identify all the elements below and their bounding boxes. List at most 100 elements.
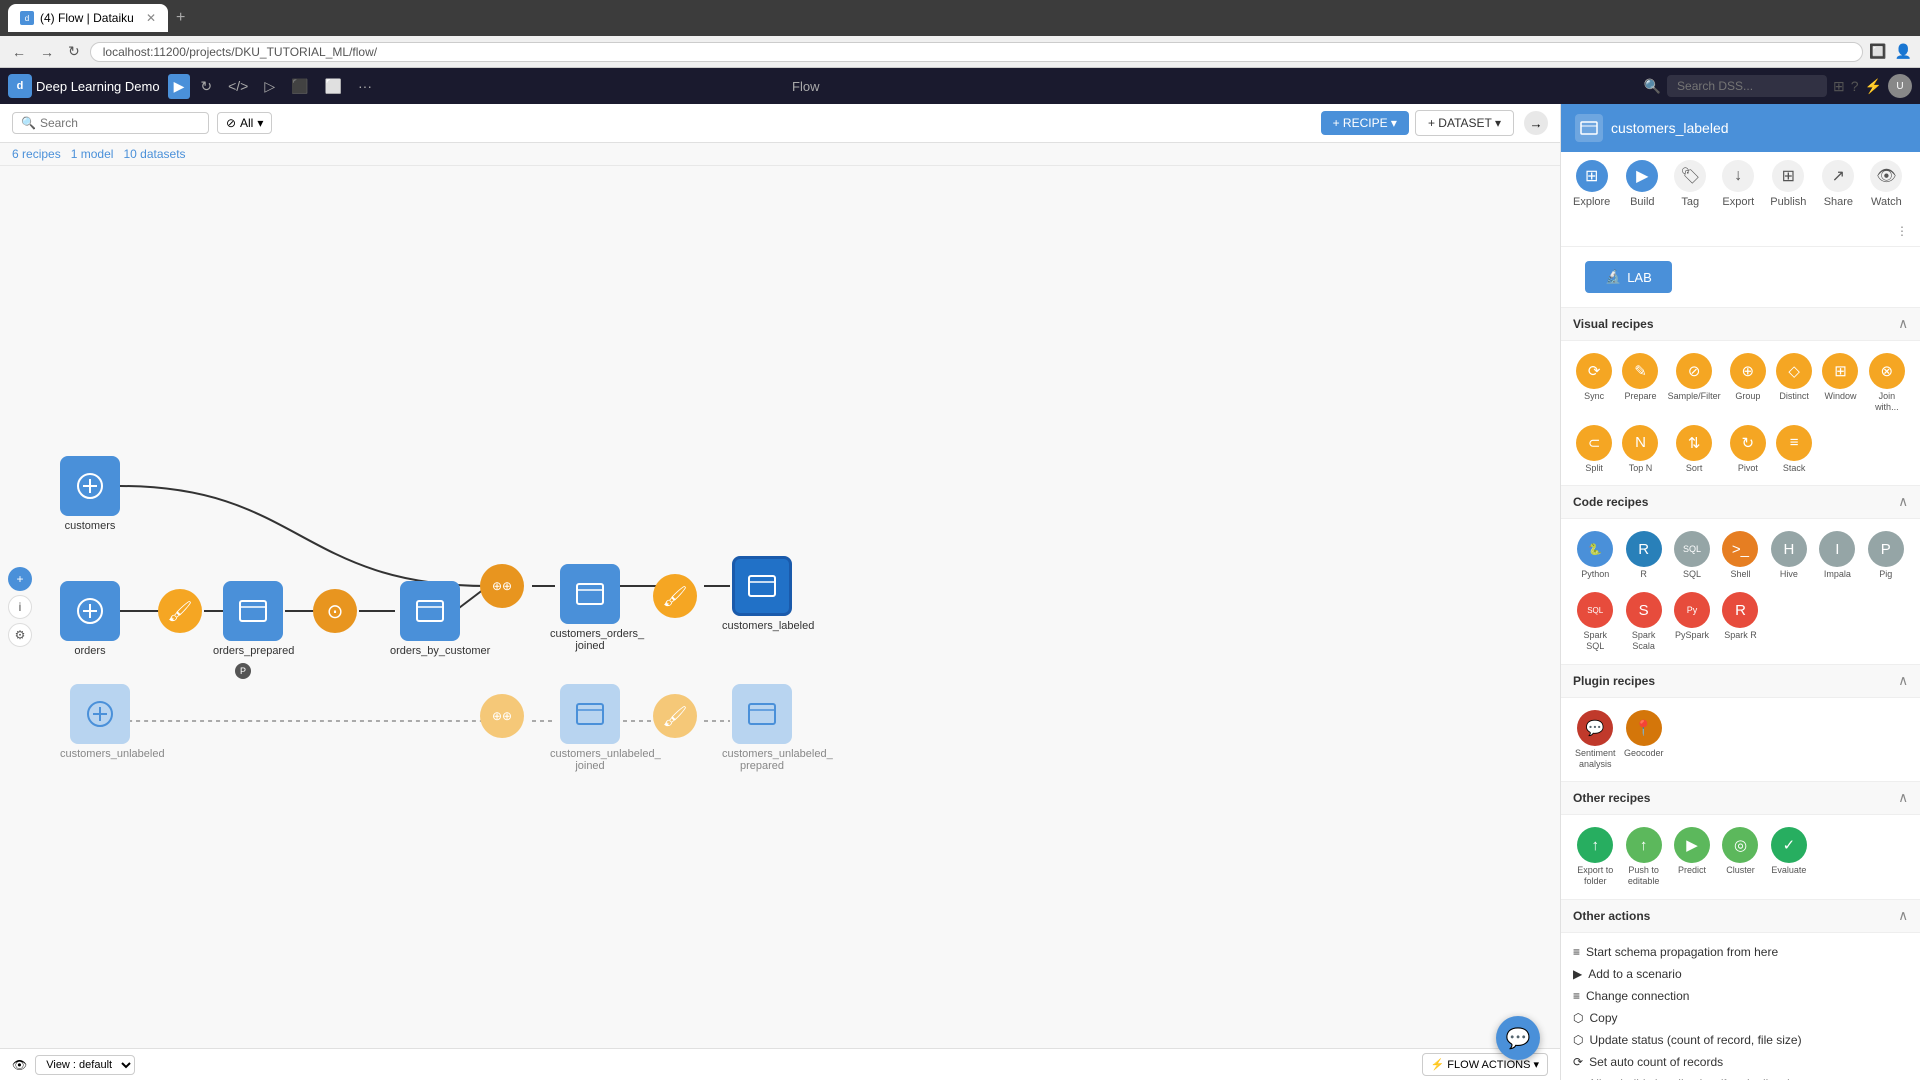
action-copy[interactable]: ⬡ Copy — [1573, 1007, 1908, 1029]
recipe-pyspark[interactable]: Py PySpark — [1670, 588, 1714, 656]
new-tab-button[interactable]: + — [176, 9, 185, 27]
profile-icon[interactable]: 👤 — [1895, 43, 1912, 60]
other-actions-collapse-button[interactable]: ∧ — [1898, 908, 1908, 924]
recipe-export-folder[interactable]: ↑ Export to folder — [1573, 823, 1617, 891]
recipe-sql[interactable]: SQL SQL — [1670, 527, 1714, 584]
add-recipe-button[interactable]: + RECIPE ▾ — [1321, 111, 1409, 135]
reload-button[interactable]: ↻ — [64, 41, 84, 62]
browser-tab[interactable]: d (4) Flow | Dataiku ✕ — [8, 4, 168, 32]
watch-action[interactable]: 👁 Watch — [1870, 160, 1902, 208]
recipe-predict[interactable]: ▶ Predict — [1670, 823, 1714, 891]
notification-icon[interactable]: ⚡ — [1865, 78, 1882, 95]
tab-close-button[interactable]: ✕ — [146, 11, 156, 25]
flow-canvas[interactable]: + i ⚙ — [0, 166, 1560, 1048]
recipe-distinct[interactable]: ◇ Distinct — [1773, 349, 1815, 417]
recipe-pivot[interactable]: ↻ Pivot — [1727, 421, 1769, 478]
recipe-spark-sql[interactable]: SQL Spark SQL — [1573, 588, 1617, 656]
header-refresh-button[interactable]: ↻ — [194, 74, 218, 99]
action-add-scenario[interactable]: ▶ Add to a scenario — [1573, 963, 1908, 985]
header-grid-button[interactable]: ⬜ — [319, 74, 348, 99]
apps-icon[interactable]: ⊞ — [1833, 78, 1845, 95]
node-recipe-r2[interactable]: ⊙ — [313, 589, 357, 633]
build-action[interactable]: ▶ Build — [1626, 160, 1658, 208]
recipe-top-n[interactable]: N Top N — [1619, 421, 1661, 478]
chat-button[interactable]: 💬 — [1496, 1016, 1540, 1060]
node-customers-labeled[interactable]: customers_labeled — [722, 556, 802, 632]
header-more-button[interactable]: ··· — [352, 74, 378, 98]
user-avatar[interactable]: U — [1888, 74, 1912, 98]
node-recipe-r4[interactable]: 🖌 — [653, 574, 697, 618]
recipe-impala[interactable]: I Impala — [1815, 527, 1859, 584]
recipe-push-editable[interactable]: ↑ Push to editable — [1621, 823, 1665, 891]
zoom-in-button[interactable]: + — [8, 567, 32, 591]
action-auto-count[interactable]: ⟳ Set auto count of records — [1573, 1051, 1908, 1073]
settings-button[interactable]: ⚙ — [8, 623, 32, 647]
node-recipe-r6[interactable]: 🖌 — [653, 694, 697, 738]
filter-button[interactable]: ⊘ All ▾ — [217, 112, 272, 134]
recipe-prepare[interactable]: ✎ Prepare — [1619, 349, 1661, 417]
node-orders-by-customer[interactable]: orders_by_customer — [390, 581, 470, 657]
recipe-spark-r[interactable]: R Spark R — [1718, 588, 1762, 656]
recipe-cluster[interactable]: ◎ Cluster — [1718, 823, 1762, 891]
code-recipes-collapse-button[interactable]: ∧ — [1898, 494, 1908, 510]
node-orders[interactable]: orders — [60, 581, 120, 657]
action-virtualization[interactable]: ▶ Allow build virtualization (for pipeli… — [1573, 1073, 1908, 1080]
node-recipe-r5[interactable]: ⊕⊕ — [480, 694, 524, 738]
action-change-connection[interactable]: ≡ Change connection — [1573, 985, 1908, 1007]
publish-action[interactable]: ⊞ Publish — [1770, 160, 1806, 208]
flow-mode-button[interactable]: ▶ — [168, 74, 191, 99]
recipe-pig[interactable]: P Pig — [1864, 527, 1908, 584]
header-run-button[interactable]: ▷ — [258, 74, 281, 99]
node-customers-unl-joined[interactable]: customers_unlabeled_joined — [550, 684, 630, 772]
datasets-link[interactable]: 10 datasets — [123, 147, 185, 161]
recipe-group[interactable]: ⊕ Group — [1727, 349, 1769, 417]
extensions-icon[interactable]: 🔲 — [1869, 43, 1886, 60]
search-dss-input[interactable] — [1667, 75, 1827, 97]
recipes-link[interactable]: 6 recipes — [12, 147, 61, 161]
recipe-geocoder[interactable]: 📍 Geocoder — [1622, 706, 1666, 774]
recipe-sample-filter[interactable]: ⊘ Sample/Filter — [1666, 349, 1723, 417]
help-icon[interactable]: ? — [1851, 78, 1859, 94]
other-recipes-collapse-button[interactable]: ∧ — [1898, 790, 1908, 806]
recipe-split[interactable]: ⊂ Split — [1573, 421, 1615, 478]
model-link[interactable]: 1 model — [71, 147, 114, 161]
plugin-recipes-collapse-button[interactable]: ∧ — [1898, 673, 1908, 689]
recipe-hive[interactable]: H Hive — [1767, 527, 1811, 584]
recipe-sync[interactable]: ⟳ Sync — [1573, 349, 1615, 417]
node-recipe-r1[interactable]: 🖌 — [158, 589, 202, 633]
recipe-spark-scala[interactable]: S Spark Scala — [1621, 588, 1665, 656]
visual-recipes-collapse-button[interactable]: ∧ — [1898, 316, 1908, 332]
view-select[interactable]: View : default — [35, 1055, 135, 1075]
node-customers-orders-joined[interactable]: customers_orders_joined — [550, 564, 630, 652]
recipe-window[interactable]: ⊞ Window — [1819, 349, 1861, 417]
recipe-join[interactable]: ⊗ Join with... — [1866, 349, 1908, 417]
action-update-status[interactable]: ⬡ Update status (count of record, file s… — [1573, 1029, 1908, 1051]
recipe-sort[interactable]: ⇅ Sort — [1666, 421, 1723, 478]
recipe-evaluate[interactable]: ✓ Evaluate — [1767, 823, 1811, 891]
back-button[interactable]: ← — [8, 42, 30, 62]
recipe-r[interactable]: R R — [1621, 527, 1665, 584]
recipe-sentiment[interactable]: 💬 Sentiment analysis — [1573, 706, 1618, 774]
info-button[interactable]: i — [8, 595, 32, 619]
node-orders-prepared[interactable]: orders_prepared P — [213, 581, 293, 657]
panel-more-button[interactable]: ⋮ — [1896, 224, 1908, 238]
node-customers-unlabeled[interactable]: customers_unlabeled — [60, 684, 140, 760]
recipe-shell[interactable]: >_ Shell — [1718, 527, 1762, 584]
panel-toggle-button[interactable]: → — [1524, 111, 1548, 135]
recipe-stack[interactable]: ≡ Stack — [1773, 421, 1815, 478]
node-customers-unl-prepared[interactable]: customers_unlabeled_prepared — [722, 684, 802, 772]
action-schema-propagation[interactable]: ≡ Start schema propagation from here — [1573, 941, 1908, 963]
node-recipe-r3[interactable]: ⊕⊕ — [480, 564, 524, 608]
share-action[interactable]: ↗ Share — [1822, 160, 1854, 208]
recipe-python[interactable]: 🐍 Python — [1573, 527, 1617, 584]
forward-button[interactable]: → — [36, 42, 58, 62]
address-bar[interactable]: localhost:11200/projects/DKU_TUTORIAL_ML… — [90, 42, 1863, 62]
export-action[interactable]: ↓ Export — [1722, 160, 1754, 208]
search-input[interactable] — [40, 116, 200, 130]
header-code-button[interactable]: </> — [222, 74, 254, 98]
tag-action[interactable]: 🏷 Tag — [1674, 160, 1706, 208]
node-customers[interactable]: customers — [60, 456, 120, 532]
lab-button[interactable]: 🔬 LAB — [1585, 261, 1672, 293]
explore-action[interactable]: ⊞ Explore — [1573, 160, 1610, 208]
header-commit-button[interactable]: ⬛ — [285, 74, 314, 99]
